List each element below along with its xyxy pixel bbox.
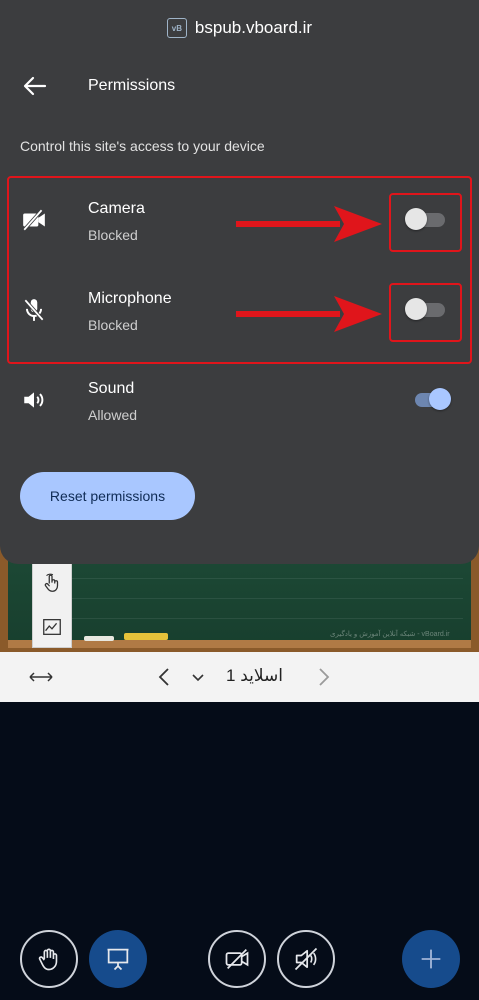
page-title: Permissions xyxy=(88,77,176,94)
arrow-left-icon xyxy=(23,76,47,96)
speaker-toggle-button[interactable] xyxy=(277,930,335,988)
site-favicon-icon: vB xyxy=(166,18,187,38)
chevron-left-icon xyxy=(158,668,169,686)
annotation-arrow-icon xyxy=(236,296,382,332)
chart-icon xyxy=(43,619,61,635)
chart-tool[interactable] xyxy=(33,607,71,647)
presentation-icon xyxy=(107,948,129,971)
board-line xyxy=(70,618,463,619)
sound-toggle[interactable] xyxy=(415,388,451,410)
camera-off-icon xyxy=(225,949,249,969)
site-url-bar: vB bspub.vboard.ir xyxy=(0,14,479,42)
expand-button[interactable] xyxy=(28,666,54,688)
back-button[interactable] xyxy=(20,72,50,100)
chalk xyxy=(84,636,114,641)
page-subtitle: Control this site's access to your devic… xyxy=(20,138,265,154)
slide-select-dropdown[interactable] xyxy=(188,666,208,688)
slide-navigation-bar: اسلاید 1 xyxy=(0,652,479,702)
chevron-right-icon xyxy=(319,668,330,686)
permission-row-sound[interactable]: Sound Allowed xyxy=(0,368,479,438)
annotation-arrow-icon xyxy=(236,206,382,242)
previous-slide-button[interactable] xyxy=(154,664,174,690)
next-slide-button[interactable] xyxy=(314,664,334,690)
volume-icon xyxy=(20,386,48,414)
hand-pointer-icon xyxy=(44,573,59,592)
hand-pointer-tool[interactable] xyxy=(33,563,71,603)
toggle-thumb xyxy=(429,388,451,410)
permission-name: Sound xyxy=(88,380,135,397)
annotation-camera-toggle-box xyxy=(389,193,462,252)
chalk xyxy=(124,633,168,640)
camera-toggle-button[interactable] xyxy=(208,930,266,988)
add-button[interactable] xyxy=(402,930,460,988)
board-tray xyxy=(8,640,471,648)
current-slide-label: اسلاید 1 xyxy=(226,666,283,685)
raise-hand-button[interactable] xyxy=(20,930,78,988)
plus-icon xyxy=(421,949,441,969)
chevron-down-icon xyxy=(192,674,204,682)
reset-permissions-button[interactable]: Reset permissions xyxy=(20,472,195,520)
speaker-off-icon xyxy=(294,947,318,971)
board-watermark: vBoard.ir - شبکه آنلاین آموزش و یادگیری xyxy=(330,631,450,638)
hand-icon xyxy=(38,948,58,971)
board-line xyxy=(70,578,463,579)
board-side-toolbar xyxy=(32,560,72,648)
annotation-mic-toggle-box xyxy=(389,283,462,342)
site-url: bspub.vboard.ir xyxy=(194,18,313,37)
board-line xyxy=(70,598,463,599)
permission-status: Allowed xyxy=(88,407,138,423)
horizontal-arrows-icon xyxy=(29,672,53,682)
presentation-button[interactable] xyxy=(89,930,147,988)
